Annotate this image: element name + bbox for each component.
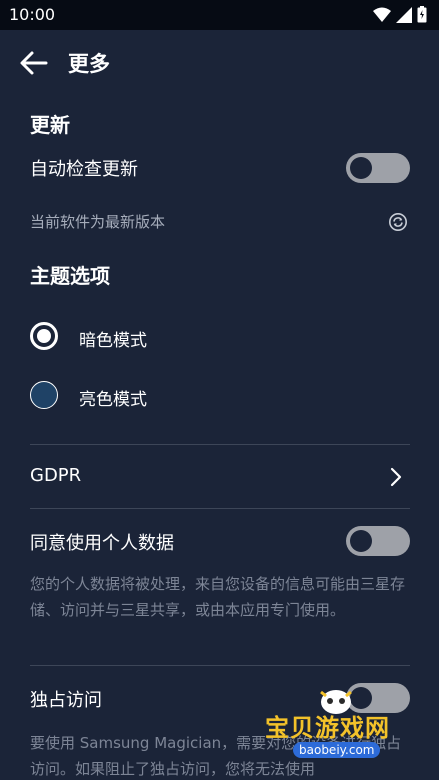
app-bar: 更多: [0, 30, 439, 96]
radio-dark-mode[interactable]: [30, 322, 58, 350]
personal-data-label: 同意使用个人数据: [30, 533, 174, 554]
page-title: 更多: [68, 52, 110, 76]
personal-data-description: 您的个人数据将被处理，来自您设备的信息可能由三星存储、访问并与三星共享，或由本应…: [30, 575, 406, 619]
watermark-text: 宝贝游戏网: [265, 714, 390, 742]
toggle-knob: [350, 157, 372, 179]
gdpr-label[interactable]: GDPR: [30, 465, 81, 486]
divider: [30, 444, 410, 445]
toggle-knob: [350, 530, 372, 552]
battery-icon: [417, 6, 427, 23]
watermark-url: baobeiy.com: [293, 742, 381, 758]
signal-icon: [396, 6, 412, 23]
divider: [30, 508, 410, 509]
status-icons: [373, 6, 427, 23]
watermark: 宝贝游戏网 baobeiy.com: [265, 690, 439, 780]
status-time: 10:00: [9, 5, 56, 24]
dark-mode-label[interactable]: 暗色模式: [79, 326, 147, 351]
light-mode-label[interactable]: 亮色模式: [79, 385, 147, 410]
exclusive-access-label: 独占访问: [30, 690, 102, 711]
auto-check-update-label: 自动检查更新: [30, 159, 138, 180]
personal-data-toggle[interactable]: [346, 526, 410, 556]
version-status-text: 当前软件为最新版本: [30, 213, 166, 231]
chevron-right-icon[interactable]: [388, 465, 404, 489]
refresh-icon[interactable]: [388, 212, 408, 232]
status-bar: 10:00: [0, 0, 439, 30]
back-arrow-icon[interactable]: [18, 49, 50, 77]
radio-selected-dot: [37, 329, 51, 343]
update-section-title: 更新: [30, 113, 70, 137]
wifi-icon: [373, 7, 391, 22]
auto-check-update-toggle[interactable]: [346, 153, 410, 183]
divider: [30, 665, 410, 666]
theme-section-title: 主题选项: [30, 264, 110, 288]
radio-light-mode[interactable]: [30, 381, 58, 409]
